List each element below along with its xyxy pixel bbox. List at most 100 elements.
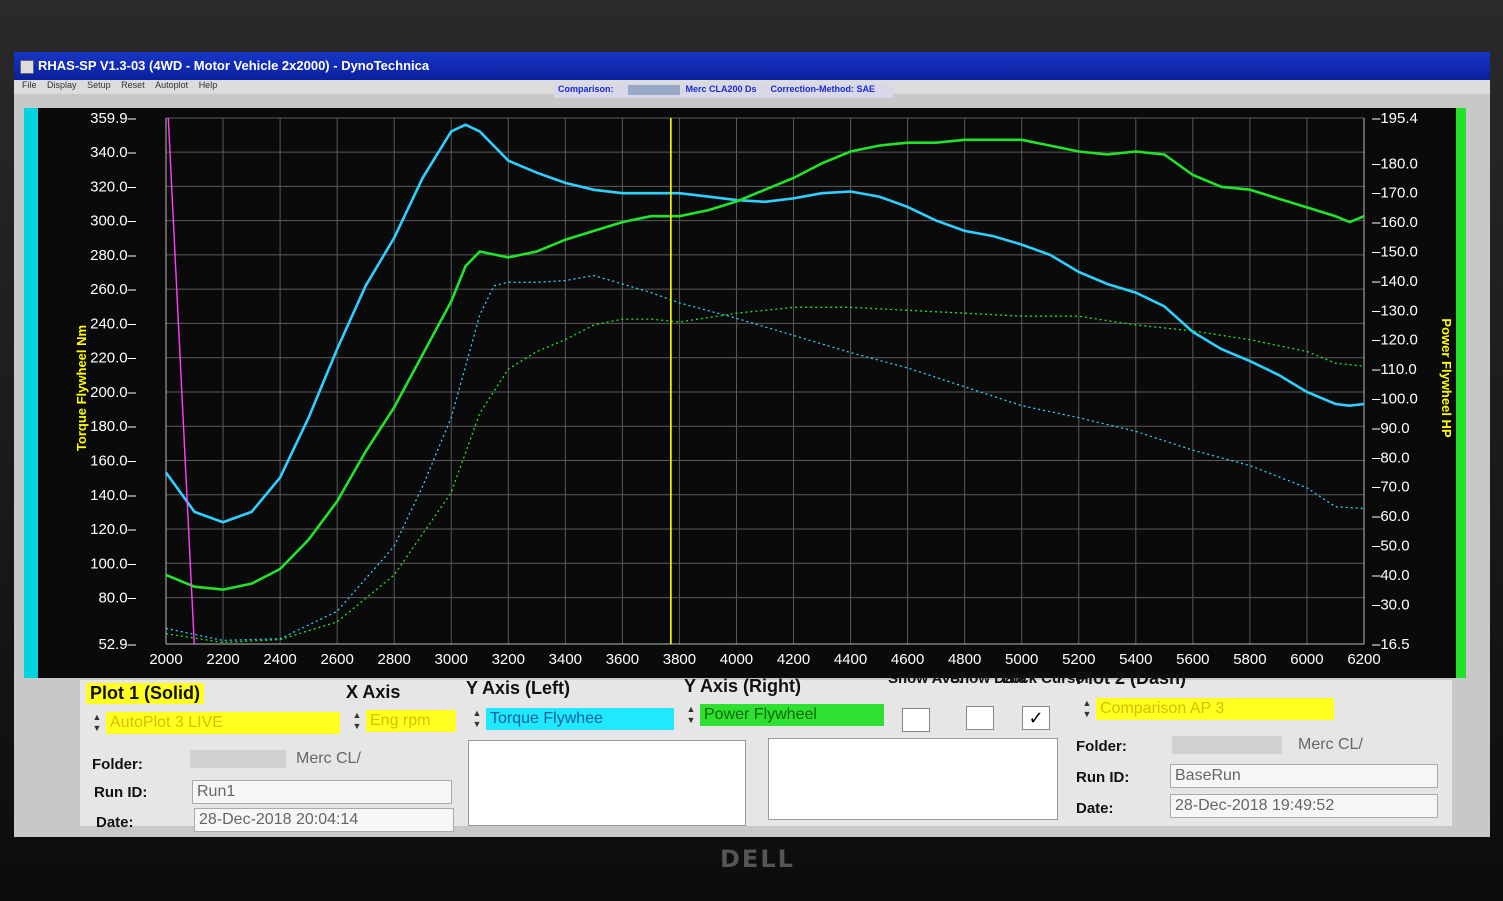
x-axis-label: X Axis xyxy=(346,682,401,702)
x-axis-spinner[interactable]: ▲ ▼ xyxy=(352,710,362,734)
plot1-label: Plot 1 (Solid) xyxy=(86,683,204,704)
y-left-tick-label: 120.0– xyxy=(90,521,137,538)
x-tick-label: 2800 xyxy=(378,651,411,668)
x-tick-label: 2000 xyxy=(149,651,182,668)
x-tick-label: 4200 xyxy=(777,651,810,668)
x-tick-label: 2200 xyxy=(206,651,239,668)
show-ave-checkbox[interactable] xyxy=(902,708,930,732)
y-right-tick-label: –50.0 xyxy=(1372,538,1410,555)
menu-display[interactable]: Display xyxy=(47,80,77,90)
y-right-tick-label: –170.0 xyxy=(1372,185,1418,202)
y-left-tick-label: 260.0– xyxy=(90,281,137,298)
y-right-tick-label: –70.0 xyxy=(1372,479,1410,496)
y-right-tick-label: –160.0 xyxy=(1372,214,1418,231)
monitor-logo: DELL xyxy=(720,845,795,873)
x-tick-label: 3800 xyxy=(663,651,696,668)
y-left-tick-label: 300.0– xyxy=(90,213,137,230)
plot2-spinner[interactable]: ▲ ▼ xyxy=(1082,698,1092,722)
menu-reset[interactable]: Reset xyxy=(121,80,145,90)
lock-cursor-checkbox[interactable]: ✓ xyxy=(1022,706,1050,730)
y-right-tick-label: –150.0 xyxy=(1372,243,1418,260)
y-left-tick-label: 100.0– xyxy=(90,555,137,572)
menu-help[interactable]: Help xyxy=(199,80,218,90)
y-left-tick-label: 340.0– xyxy=(90,144,137,161)
plot2-label: Plot 2 (Dash) xyxy=(1076,668,1187,688)
y-right-tick-label: –195.4 xyxy=(1372,110,1418,127)
y-right-tick-label: –30.0 xyxy=(1372,596,1410,613)
x-tick-label: 4400 xyxy=(834,651,867,668)
y-right-tick-label: –120.0 xyxy=(1372,332,1418,349)
show-data-checkbox[interactable] xyxy=(966,706,994,730)
left-runid-label: Run ID: xyxy=(94,784,148,801)
x-tick-label: 4000 xyxy=(720,651,753,668)
right-folder-label: Folder: xyxy=(1076,738,1127,755)
window-title: RHAS-SP V1.3-03 (4WD - Motor Vehicle 2x2… xyxy=(38,58,430,73)
x-tick-label: 3400 xyxy=(549,651,582,668)
y-left-tick-label: 180.0– xyxy=(90,418,137,435)
left-runid-field[interactable]: Run1 xyxy=(192,780,452,804)
x-tick-label: 3600 xyxy=(606,651,639,668)
x-tick-label: 5400 xyxy=(1119,651,1152,668)
redacted-folder-right xyxy=(1172,736,1282,754)
y-left-tick-label: 280.0– xyxy=(90,247,137,264)
y-left-tick-label: 200.0– xyxy=(90,384,137,401)
y-right-tick-label: –80.0 xyxy=(1372,449,1410,466)
y-right-spinner[interactable]: ▲ ▼ xyxy=(686,704,696,728)
dyno-chart-area: 2000 2200 2400 2600 2800 3000 3200 3400 3600 3800… xyxy=(24,108,1480,683)
right-runid-label: Run ID: xyxy=(1076,769,1130,786)
x-axis-select[interactable]: Eng rpm xyxy=(366,710,456,732)
menu-setup[interactable]: Setup xyxy=(87,80,111,90)
y-right-tick-label: –180.0 xyxy=(1372,155,1418,172)
x-tick-label: 3000 xyxy=(435,651,468,668)
y-right-tick-label: –16.5 xyxy=(1372,636,1410,653)
y-right-tick-label: –60.0 xyxy=(1372,508,1410,525)
app-window: RHAS-SP V1.3-03 (4WD - Motor Vehicle 2x2… xyxy=(14,52,1490,837)
y-right-label: Y Axis (Right) xyxy=(684,676,802,696)
left-folder-label: Folder: xyxy=(92,756,143,773)
menu-file[interactable]: File xyxy=(22,80,37,90)
x-tick-label: 3200 xyxy=(492,651,525,668)
y-left-spinner[interactable]: ▲ ▼ xyxy=(472,708,482,732)
redacted-folder-left xyxy=(190,750,286,768)
comparison-info: Comparison: Merc CLA200 Ds Correction-Meth… xyxy=(554,84,894,98)
y-left-tick-label: 359.9– xyxy=(90,110,137,127)
plot2-select[interactable]: Comparison AP 3 xyxy=(1096,698,1334,720)
right-green-band xyxy=(1456,108,1466,678)
y-right-select[interactable]: Power Flywheel xyxy=(700,704,884,726)
comparison-value: Merc CLA200 Ds xyxy=(685,84,757,94)
y-axis-right-label: Power Flywheel HP xyxy=(1439,318,1454,438)
right-date-label: Date: xyxy=(1076,800,1114,817)
plot1-select[interactable]: AutoPlot 3 LIVE xyxy=(106,712,340,734)
left-notes-box[interactable] xyxy=(468,740,746,826)
right-notes-box[interactable] xyxy=(768,738,1058,820)
menu-autoplot[interactable]: Autoplot xyxy=(155,80,188,90)
control-panel: Plot 1 (Solid) X Axis Y Axis (Left) Y Ax… xyxy=(80,668,1452,832)
x-tick-label: 5800 xyxy=(1233,651,1266,668)
correction-method: Correction-Method: SAE xyxy=(770,84,876,94)
y-left-tick-label: 220.0– xyxy=(90,350,137,367)
plot-background xyxy=(38,108,1466,678)
left-folder-field[interactable]: Merc CL/ xyxy=(292,748,446,770)
y-left-tick-label: 160.0– xyxy=(90,452,137,469)
right-runid-field[interactable]: BaseRun xyxy=(1170,764,1438,788)
x-tick-label: 4600 xyxy=(891,651,924,668)
app-icon xyxy=(20,60,34,74)
y-right-tick-label: –140.0 xyxy=(1372,273,1418,290)
dyno-chart: 2000 2200 2400 2600 2800 3000 3200 3400 3600 3800… xyxy=(24,108,1466,678)
y-right-tick-label: –100.0 xyxy=(1372,390,1418,407)
y-left-tick-label: 320.0– xyxy=(90,178,137,195)
y-right-tick-label: –130.0 xyxy=(1372,302,1418,319)
y-left-select[interactable]: Torque Flywhee xyxy=(486,708,674,730)
x-tick-label: 6200 xyxy=(1347,651,1380,668)
x-tick-label: 2400 xyxy=(263,651,296,668)
right-folder-field[interactable]: Merc CL/ xyxy=(1294,734,1448,756)
comparison-label: Comparison: xyxy=(558,84,614,94)
right-date-field[interactable]: 28-Dec-2018 19:49:52 xyxy=(1170,794,1438,818)
left-date-field[interactable]: 28-Dec-2018 20:04:14 xyxy=(194,808,454,832)
y-right-tick-label: –90.0 xyxy=(1372,420,1410,437)
y-right-tick-label: –110.0 xyxy=(1372,361,1417,378)
x-tick-label: 5600 xyxy=(1176,651,1209,668)
x-tick-label: 5200 xyxy=(1062,651,1095,668)
left-cyan-band xyxy=(24,108,38,678)
plot1-spinner[interactable]: ▲ ▼ xyxy=(92,712,102,736)
